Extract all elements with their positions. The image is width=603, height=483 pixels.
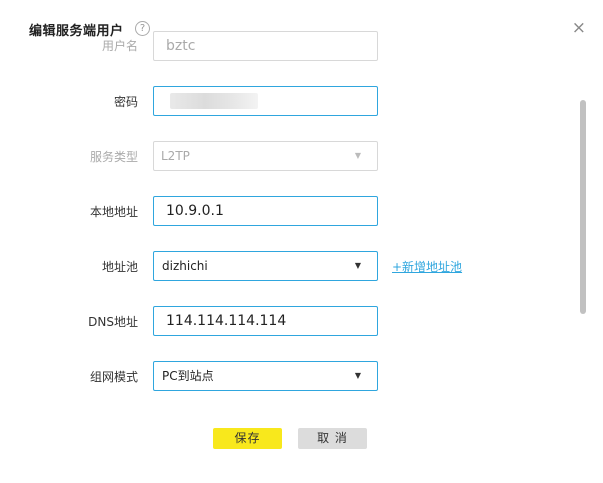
save-button[interactable]: 保存 — [213, 428, 282, 449]
password-row: 密码 — [0, 86, 603, 118]
local-address-value: 10.9.0.1 — [166, 203, 224, 219]
address-pool-label: 地址池 — [101, 260, 138, 274]
dns-address-label: DNS地址 — [88, 315, 138, 329]
dns-address-value: 114.114.114.114 — [166, 313, 287, 329]
local-address-label: 本地地址 — [89, 205, 138, 219]
local-address-input[interactable]: 10.9.0.1 — [153, 196, 378, 226]
network-mode-label: 组网模式 — [89, 370, 138, 384]
edit-server-user-dialog: 编辑服务端用户 ? × 用户名 bztc 密码 服务类型 L2TP ▼ 本地地址… — [0, 0, 603, 483]
network-mode-select[interactable]: PC到站点 ▼ — [153, 361, 378, 391]
password-label: 密码 — [113, 95, 138, 109]
username-value: bztc — [166, 38, 196, 54]
chevron-down-icon: ▼ — [354, 261, 361, 270]
dns-address-input[interactable]: 114.114.114.114 — [153, 306, 378, 336]
address-pool-row: 地址池 dizhichi ▼ +新增地址池 — [0, 251, 603, 283]
network-mode-value: PC到站点 — [162, 369, 214, 383]
password-field[interactable] — [153, 86, 378, 116]
network-mode-row: 组网模式 PC到站点 ▼ — [0, 361, 603, 393]
dns-address-row: DNS地址 114.114.114.114 — [0, 306, 603, 338]
add-address-pool-link[interactable]: +新增地址池 — [392, 251, 462, 283]
service-type-select: L2TP ▼ — [153, 141, 378, 171]
chevron-down-icon: ▼ — [354, 371, 361, 380]
chevron-down-icon: ▼ — [354, 151, 361, 160]
username-row: 用户名 bztc — [0, 31, 603, 63]
local-address-row: 本地地址 10.9.0.1 — [0, 196, 603, 228]
password-masked-value — [170, 93, 258, 109]
address-pool-select[interactable]: dizhichi ▼ — [153, 251, 378, 281]
service-type-label: 服务类型 — [89, 150, 138, 164]
cancel-button[interactable]: 取 消 — [298, 428, 367, 449]
address-pool-value: dizhichi — [162, 259, 208, 273]
username-field: bztc — [153, 31, 378, 61]
service-type-row: 服务类型 L2TP ▼ — [0, 141, 603, 173]
username-label: 用户名 — [101, 39, 138, 53]
service-type-value: L2TP — [161, 149, 190, 163]
